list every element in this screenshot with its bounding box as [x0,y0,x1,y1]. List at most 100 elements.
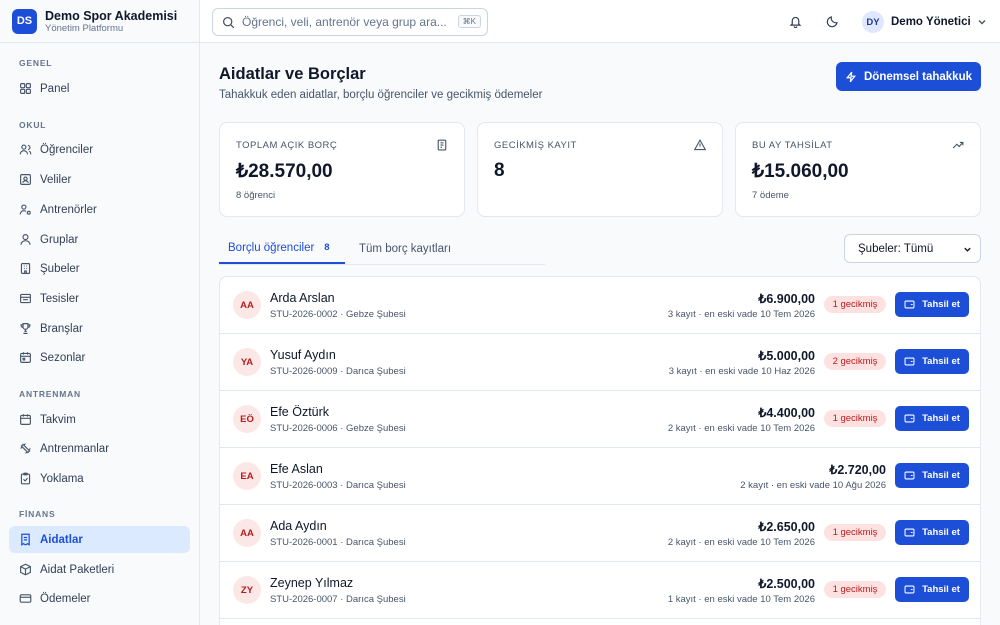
list-item[interactable]: AA Ada Aydın STU-2026-0001 · Darıca Şube… [220,505,980,562]
student-name: Arda Arslan [270,291,335,305]
chevron-down-icon [978,20,986,25]
sidebar-item-tesisler[interactable]: Tesisler [9,285,190,312]
sidebar-item-aidatlar[interactable]: Aidatlar [9,526,190,553]
page-title: Aidatlar ve Borçlar [219,65,366,83]
stat-footnote: 8 öğrenci [236,190,276,201]
sidebar-item-odemeler[interactable]: Ödemeler [9,585,190,612]
sidebar-item-label: Panel [40,82,70,95]
facility-icon [20,293,31,304]
sidebar-item-branslar[interactable]: Branşlar [9,315,190,342]
student-name: Efe Aslan [270,462,323,476]
debt-amount: ₺5.000,00 [758,349,815,363]
avatar: AA [233,519,261,547]
overdue-badge: 1 gecikmiş [824,410,886,427]
sidebar-item-yoklama[interactable]: Yoklama [9,465,190,492]
avatar: AA [233,291,261,319]
stat-label: TOPLAM AÇIK BORÇ [236,140,338,151]
user-name: Demo Yönetici [891,16,971,28]
overdue-badge: 1 gecikmiş [824,581,886,598]
trophy-icon [20,323,31,334]
stat-card-overdue: GECİKMİŞ KAYIT 8 [477,122,723,217]
sidebar: DS Demo Spor Akademisi Yönetim Platformu… [0,0,200,625]
sidebar-item-label: Ödemeler [40,592,91,605]
collect-button[interactable]: Tahsil et [895,463,969,488]
workout-icon [20,443,31,454]
wallet-icon [904,585,915,594]
sidebar-item-label: Sezonlar [40,351,86,364]
collect-button-label: Tahsil et [922,356,960,367]
periodic-accrual-label: Dönemsel tahakkuk [863,70,972,83]
user-menu[interactable]: DY Demo Yönetici [862,10,987,34]
debt-detail: 1 kayıt · en eski vade 10 Tem 2026 [667,594,815,605]
stat-value: ₺15.060,00 [752,161,849,182]
wallet-icon [904,471,915,480]
collect-button[interactable]: Tahsil et [895,577,969,602]
sidebar-item-antrenmanlar[interactable]: Antrenmanlar [9,435,190,462]
avatar: EÖ [233,405,261,433]
sidebar-item-label: Antrenörler [40,203,97,216]
search-box[interactable]: ⌘K [212,8,488,36]
periodic-accrual-button[interactable]: Dönemsel tahakkuk [836,62,981,91]
list-item[interactable]: ZY Zeynep Yılmaz STU-2026-0007 · Darıca … [220,562,980,619]
search-input[interactable] [242,15,452,29]
sidebar-item-panel[interactable]: Panel [9,75,190,102]
student-meta: STU-2026-0007 · Darıca Şubesi [270,594,406,605]
debt-amount: ₺6.900,00 [758,292,815,306]
credit-card-icon [19,594,32,603]
student-meta: STU-2026-0001 · Darıca Şubesi [270,537,406,548]
wallet-icon [904,528,915,537]
list-item[interactable]: YA Yusuf Aydın STU-2026-0009 · Darıca Şu… [220,334,980,391]
user-cog-icon [19,204,31,215]
student-name: Efe Öztürk [270,405,330,419]
collect-button[interactable]: Tahsil et [895,406,969,431]
debt-detail: 3 kayıt · en eski vade 10 Haz 2026 [668,366,815,377]
brand-subtitle: Yönetim Platformu [45,22,124,34]
notifications-button[interactable] [787,13,803,29]
sidebar-item-label: Tesisler [40,292,79,305]
search-shortcut: ⌘K [457,15,481,28]
avatar: EA [233,462,261,490]
sidebar-item-label: Antrenmanlar [40,442,110,455]
group-icon [20,234,31,245]
debt-detail: 2 kayıt · en eski vade 10 Ağu 2026 [740,480,886,491]
tab-count: 8 [324,242,330,253]
brand[interactable]: DS Demo Spor Akademisi Yönetim Platformu [0,0,199,43]
tab-label: Tüm borç kayıtları [359,242,452,255]
sidebar-item-ogrenciler[interactable]: Öğrenciler [9,136,190,163]
student-meta: STU-2026-0002 · Gebze Şubesi [270,309,406,320]
topbar: ⌘K DY Demo Yönetici [200,0,1000,43]
branch-filter-select[interactable]: Şubeler: Tümü [844,234,981,263]
tab-debtors[interactable]: Borçlu öğrenciler 8 [219,233,345,264]
list-item[interactable]: EA Efe Aslan STU-2026-0003 · Darıca Şube… [220,448,980,505]
student-meta: STU-2026-0003 · Darıca Şubesi [270,480,406,491]
stat-value: ₺28.570,00 [236,161,333,182]
sidebar-item-label: Branşlar [40,322,83,335]
collect-button[interactable]: Tahsil et [895,292,969,317]
sidebar-item-gruplar[interactable]: Gruplar [9,226,190,253]
sidebar-item-subeler[interactable]: Şubeler [9,255,190,282]
student-meta: STU-2026-0006 · Gebze Şubesi [270,423,406,434]
collect-button[interactable]: Tahsil et [895,349,969,374]
brand-logo: DS [12,8,37,34]
collect-button-label: Tahsil et [922,584,960,595]
list-item[interactable]: EÖ Efe Öztürk STU-2026-0006 · Gebze Şube… [220,391,980,448]
list-item[interactable]: AA Arda Arslan STU-2026-0002 · Gebze Şub… [220,277,980,334]
stat-label: GECİKMİŞ KAYIT [494,140,577,151]
sidebar-item-takvim[interactable]: Takvim [9,406,190,433]
nav-section-okul: OKUL [19,120,47,130]
tab-all-debt-records[interactable]: Tüm borç kayıtları [350,233,460,264]
sidebar-item-label: Öğrenciler [40,143,94,156]
sidebar-item-sezonlar[interactable]: Sezonlar [9,344,190,371]
sidebar-item-veliler[interactable]: Veliler [9,166,190,193]
avatar: YA [233,348,261,376]
receipt-icon [437,139,447,151]
sidebar-item-antrenorler[interactable]: Antrenörler [9,196,190,223]
sidebar-item-aidat-paketleri[interactable]: Aidat Paketleri [9,556,190,583]
wallet-icon [904,357,915,366]
collect-button-label: Tahsil et [922,299,960,310]
main-content: Aidatlar ve Borçlar Tahakkuk eden aidatl… [200,43,1000,625]
theme-toggle-button[interactable] [824,13,840,29]
overdue-badge: 1 gecikmiş [824,296,886,313]
debt-amount: ₺2.500,00 [758,577,815,591]
collect-button[interactable]: Tahsil et [895,520,969,545]
